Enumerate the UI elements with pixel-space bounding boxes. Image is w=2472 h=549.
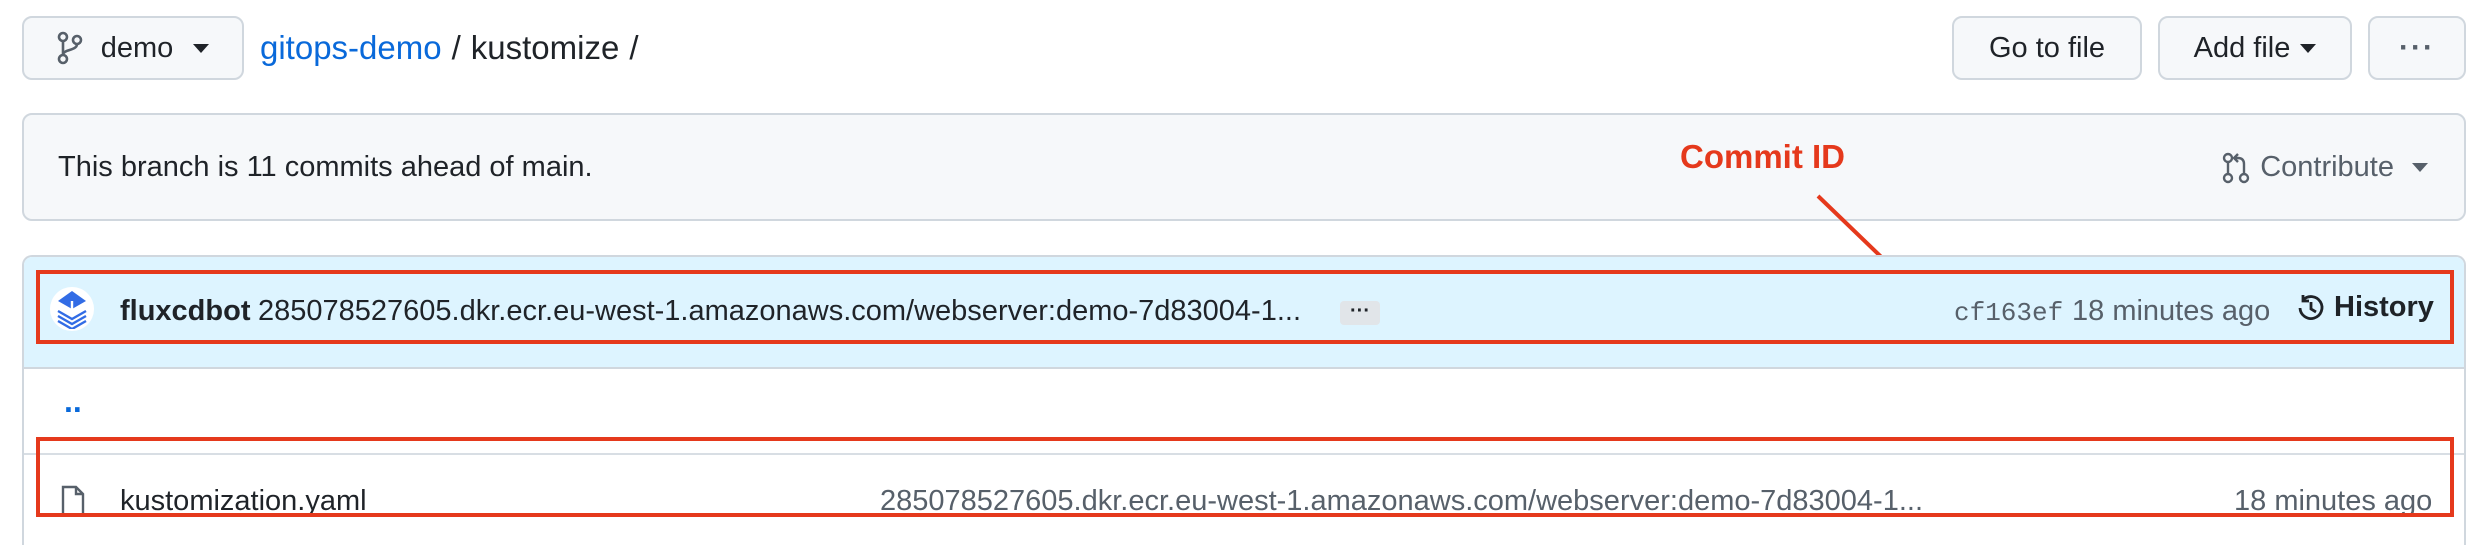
branch-ahead-text: This branch is 11 commits ahead of main. (58, 151, 593, 183)
contribute-button[interactable]: Contribute (2222, 151, 2428, 184)
kebab-icon: ··· (2399, 31, 2435, 64)
breadcrumb-separator: / (629, 29, 639, 66)
go-to-file-button[interactable]: Go to file (1952, 16, 2142, 80)
breadcrumb: gitops-demo / kustomize / (260, 28, 639, 68)
branch-status-box: This branch is 11 commits ahead of main.… (22, 113, 2466, 221)
git-branch-icon (57, 31, 83, 65)
file-row-highlight (36, 437, 2454, 517)
current-folder: kustomize (470, 29, 620, 66)
commit-row-highlight (36, 270, 2454, 344)
breadcrumb-separator: / (451, 29, 461, 66)
annotation-label: Commit ID (1680, 138, 1845, 175)
repo-link[interactable]: gitops-demo (260, 29, 442, 67)
contribute-label: Contribute (2260, 151, 2394, 183)
branch-label: demo (100, 31, 174, 64)
branch-select-button[interactable]: demo (22, 16, 244, 80)
chevron-down-icon (193, 43, 210, 53)
add-file-label: Add file (2193, 31, 2291, 64)
parent-directory-link[interactable]: .. (64, 383, 82, 420)
pull-request-icon (2222, 152, 2250, 184)
add-file-button[interactable]: Add file (2158, 16, 2352, 80)
chevron-down-icon (2300, 43, 2317, 53)
chevron-down-icon (2412, 163, 2428, 172)
more-options-button[interactable]: ··· (2368, 16, 2466, 80)
